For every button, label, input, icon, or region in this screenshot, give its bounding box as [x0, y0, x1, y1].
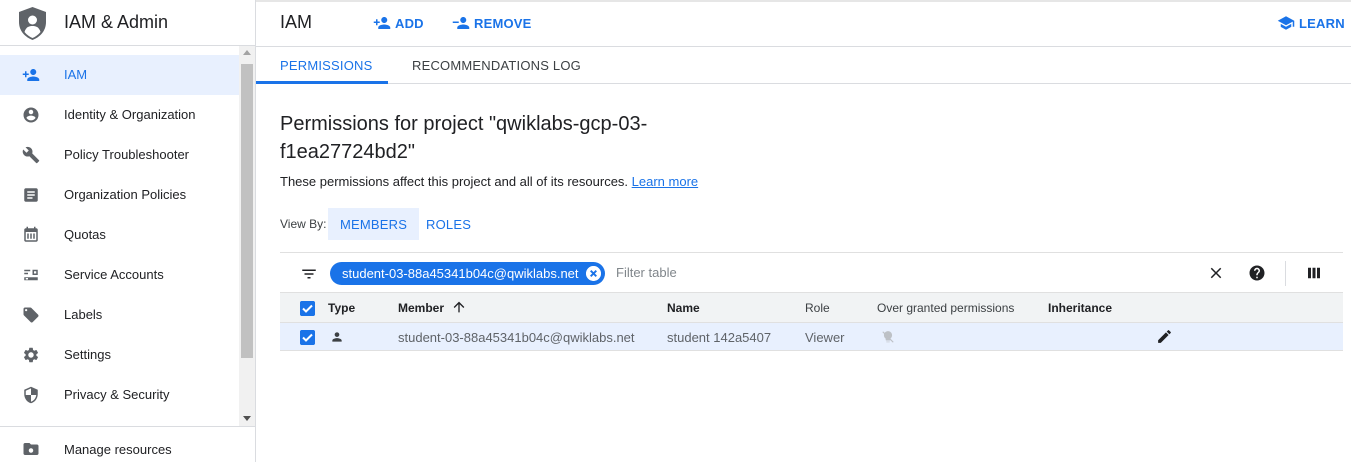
folder-settings-icon	[23, 443, 39, 455]
column-header-member[interactable]: Member	[398, 301, 444, 315]
tab-permissions[interactable]: PERMISSIONS	[280, 58, 373, 73]
edit-pencil-icon[interactable]	[1156, 328, 1173, 345]
tab-bar: PERMISSIONS RECOMMENDATIONS LOG	[256, 47, 1351, 84]
chip-close-icon[interactable]	[585, 266, 601, 281]
learn-button[interactable]: LEARN	[1277, 14, 1345, 32]
select-all-checkbox[interactable]	[300, 301, 315, 316]
person-add-icon	[373, 17, 391, 29]
sidebar-item-organization-policies[interactable]: Organization Policies	[0, 175, 239, 215]
scrollbar-thumb[interactable]	[241, 64, 253, 358]
document-icon	[24, 188, 38, 202]
sidebar-item-label: Policy Troubleshooter	[64, 147, 190, 162]
view-by-members-button[interactable]: MEMBERS	[328, 208, 420, 240]
page-title: Permissions for project "qwiklabs-gcp-03…	[280, 113, 648, 163]
sidebar-item-label: Identity & Organization	[64, 107, 196, 122]
remove-button[interactable]: REMOVE	[452, 14, 532, 32]
sidebar-item-quotas[interactable]: Quotas	[0, 215, 239, 255]
calendar-icon	[24, 226, 38, 242]
add-button[interactable]: ADD	[373, 14, 424, 32]
sort-ascending-icon[interactable]	[451, 299, 467, 315]
cell-name: student 142a5407	[667, 330, 772, 345]
sidebar-item-label: Manage resources	[64, 442, 172, 457]
sidebar-item-label: Privacy & Security	[64, 387, 170, 402]
sidebar-item-settings[interactable]: Settings	[0, 335, 239, 375]
sidebar-item-label: Labels	[64, 307, 103, 322]
column-header-type[interactable]: Type	[328, 301, 355, 315]
sidebar-item-policy-troubleshooter[interactable]: Policy Troubleshooter	[0, 135, 239, 175]
iam-shield-logo	[19, 7, 46, 40]
column-header-role[interactable]: Role	[805, 301, 830, 315]
table-row[interactable]: student-03-88a45341b04c@qwiklabs.net stu…	[280, 323, 1343, 351]
learn-more-link[interactable]: Learn more	[632, 174, 698, 189]
label-icon	[23, 307, 39, 323]
row-checkbox[interactable]	[300, 330, 315, 345]
scroll-up-arrow-icon[interactable]	[243, 50, 251, 55]
person-icon	[332, 332, 342, 342]
service-account-icon	[24, 269, 38, 281]
view-by-roles-button[interactable]: ROLES	[414, 208, 483, 240]
sidebar-item-privacy-security[interactable]: Privacy & Security	[0, 375, 239, 415]
filter-table-input[interactable]: Filter table	[616, 265, 677, 280]
sidebar: IAM & Admin IAM Identity & Organization …	[0, 0, 256, 462]
sidebar-nav: IAM Identity & Organization Policy Troub…	[0, 55, 239, 415]
header-bar: IAM ADD REMOVE LEARN	[256, 2, 1351, 47]
gear-icon	[23, 347, 39, 363]
sidebar-item-label: Service Accounts	[64, 267, 164, 282]
page-description: These permissions affect this project an…	[280, 174, 698, 189]
remove-button-label: REMOVE	[474, 15, 532, 31]
column-header-over-granted[interactable]: Over granted permissions	[877, 301, 1014, 315]
sidebar-item-identity-organization[interactable]: Identity & Organization	[0, 95, 239, 135]
sidebar-item-label: Settings	[64, 347, 111, 362]
sidebar-item-label: Organization Policies	[64, 187, 187, 202]
filter-bar: student-03-88a45341b04c@qwiklabs.net Fil…	[280, 252, 1343, 293]
sidebar-item-label: IAM	[64, 67, 88, 82]
tab-recommendations-log[interactable]: RECOMMENDATIONS LOG	[412, 58, 581, 73]
sidebar-scrollbar[interactable]	[239, 46, 255, 426]
sidebar-item-service-accounts[interactable]: Service Accounts	[0, 255, 239, 295]
sidebar-item-iam[interactable]: IAM	[0, 55, 239, 95]
sidebar-header: IAM & Admin	[0, 2, 255, 46]
cell-member: student-03-88a45341b04c@qwiklabs.net	[398, 330, 635, 345]
person-remove-icon	[452, 17, 470, 29]
sidebar-title: IAM & Admin	[64, 12, 169, 32]
shield-icon	[24, 386, 38, 404]
sidebar-item-label: Quotas	[64, 227, 106, 242]
school-icon	[1277, 16, 1295, 30]
sidebar-item-manage-resources[interactable]: Manage resources	[0, 426, 255, 462]
sidebar-item-labels[interactable]: Labels	[0, 295, 239, 335]
view-by-label: View By:	[280, 217, 327, 231]
column-display-icon[interactable]	[1305, 264, 1323, 282]
filter-chip[interactable]: student-03-88a45341b04c@qwiklabs.net	[330, 262, 605, 285]
cell-role: Viewer	[805, 330, 845, 345]
filter-icon[interactable]	[300, 265, 318, 283]
filter-chip-label: student-03-88a45341b04c@qwiklabs.net	[342, 266, 579, 281]
recommendation-disabled-icon	[882, 331, 894, 343]
account-circle-icon	[23, 107, 39, 123]
column-header-inheritance[interactable]: Inheritance	[1048, 301, 1112, 315]
close-icon[interactable]	[1207, 264, 1225, 282]
add-button-label: ADD	[395, 15, 424, 31]
learn-button-label: LEARN	[1299, 15, 1345, 31]
person-add-icon	[22, 69, 40, 81]
table-header: Type Member Name Role Over granted permi…	[280, 293, 1343, 323]
column-header-name[interactable]: Name	[667, 301, 700, 315]
scroll-down-arrow-icon[interactable]	[243, 416, 251, 421]
toolbar-divider	[1285, 261, 1286, 286]
page-header-title: IAM	[280, 12, 313, 32]
description-text: These permissions affect this project an…	[280, 174, 629, 189]
wrench-icon	[22, 146, 40, 164]
active-tab-indicator	[256, 81, 388, 84]
help-icon[interactable]	[1248, 264, 1266, 282]
